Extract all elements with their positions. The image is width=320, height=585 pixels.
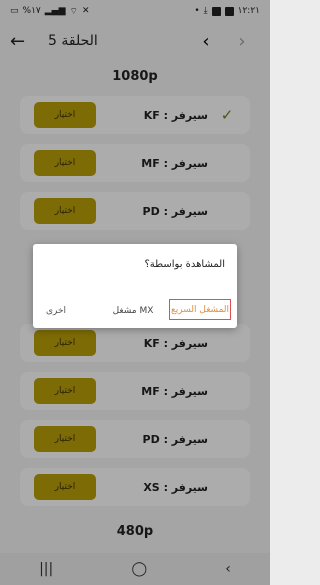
- fast-player-button[interactable]: المشغل السريع: [169, 299, 231, 320]
- dialog-title: المشاهدة بواسطة؟: [144, 259, 226, 270]
- player-choice-dialog: المشاهدة بواسطة؟ المشغل السريع مشغل MX ا…: [33, 244, 237, 328]
- mx-player-button[interactable]: مشغل MX: [111, 301, 155, 321]
- other-player-button[interactable]: اخرى: [41, 301, 71, 321]
